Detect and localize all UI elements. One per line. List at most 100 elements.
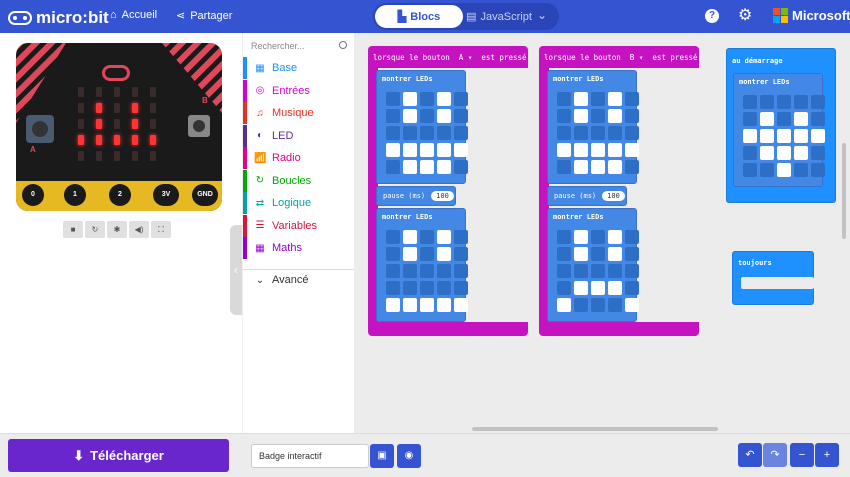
led-cell[interactable] [608, 143, 622, 157]
share-button[interactable]: ⋖ Partager [176, 9, 232, 23]
led-cell[interactable] [437, 143, 451, 157]
led-cell[interactable] [794, 95, 808, 109]
led-cell[interactable] [454, 92, 468, 106]
led-cell[interactable] [437, 160, 451, 174]
led-cell[interactable] [777, 129, 791, 143]
led-cell[interactable] [794, 146, 808, 160]
search-icon[interactable] [339, 41, 347, 49]
pause-value-input[interactable]: 100 [431, 191, 454, 201]
led-cell[interactable] [811, 112, 825, 126]
led-cell[interactable] [437, 230, 451, 244]
led-cell[interactable] [625, 126, 639, 140]
led-cell[interactable] [625, 281, 639, 295]
led-cell[interactable] [454, 281, 468, 295]
led-cell[interactable] [574, 160, 588, 174]
led-grid[interactable] [386, 92, 468, 174]
led-cell[interactable] [437, 109, 451, 123]
led-cell[interactable] [811, 146, 825, 160]
led-cell[interactable] [386, 92, 400, 106]
led-cell[interactable] [743, 129, 757, 143]
button-b[interactable] [188, 115, 210, 137]
help-button[interactable]: ? [705, 9, 719, 23]
led-grid[interactable] [386, 230, 468, 312]
led-cell[interactable] [608, 281, 622, 295]
show-leds-block[interactable]: montrer LEDs [376, 70, 468, 184]
led-cell[interactable] [777, 163, 791, 177]
led-cell[interactable] [608, 298, 622, 312]
forever-container[interactable]: toujours [732, 251, 814, 305]
led-cell[interactable] [403, 143, 417, 157]
led-cell[interactable] [811, 163, 825, 177]
led-cell[interactable] [625, 160, 639, 174]
led-cell[interactable] [760, 146, 774, 160]
led-cell[interactable] [608, 230, 622, 244]
led-cell[interactable] [591, 247, 605, 261]
led-cell[interactable] [591, 160, 605, 174]
led-cell[interactable] [454, 298, 468, 312]
led-cell[interactable] [557, 230, 571, 244]
led-cell[interactable] [574, 126, 588, 140]
category-avancé[interactable]: ⌄ Avancé [243, 268, 355, 291]
led-cell[interactable] [574, 247, 588, 261]
save-icon[interactable]: ▣ [370, 444, 394, 468]
led-cell[interactable] [386, 298, 400, 312]
led-cell[interactable] [608, 247, 622, 261]
led-cell[interactable] [386, 264, 400, 278]
led-cell[interactable] [386, 126, 400, 140]
led-cell[interactable] [608, 92, 622, 106]
led-cell[interactable] [420, 230, 434, 244]
led-cell[interactable] [437, 126, 451, 140]
led-cell[interactable] [403, 281, 417, 295]
led-cell[interactable] [591, 92, 605, 106]
led-cell[interactable] [437, 247, 451, 261]
led-cell[interactable] [574, 298, 588, 312]
blocks-mode-button[interactable]: ▙ Blocs [375, 5, 463, 28]
led-cell[interactable] [574, 143, 588, 157]
led-cell[interactable] [557, 126, 571, 140]
led-cell[interactable] [574, 264, 588, 278]
workspace-canvas[interactable]: lorsque le bouton A ▾ est pressé montrer… [354, 33, 850, 433]
led-cell[interactable] [437, 281, 451, 295]
restart-icon[interactable]: ↻ [85, 221, 105, 238]
led-cell[interactable] [625, 109, 639, 123]
led-cell[interactable] [454, 264, 468, 278]
led-cell[interactable] [625, 92, 639, 106]
led-cell[interactable] [743, 95, 757, 109]
led-cell[interactable] [608, 264, 622, 278]
led-cell[interactable] [420, 281, 434, 295]
led-cell[interactable] [403, 109, 417, 123]
led-cell[interactable] [760, 163, 774, 177]
vertical-scrollbar[interactable] [842, 143, 846, 239]
led-cell[interactable] [794, 112, 808, 126]
led-cell[interactable] [591, 143, 605, 157]
led-cell[interactable] [420, 264, 434, 278]
show-leds-block[interactable]: montrer LEDs [733, 73, 825, 187]
led-grid[interactable] [743, 95, 825, 177]
home-button[interactable]: ⌂ Accueil [110, 9, 157, 21]
led-cell[interactable] [625, 230, 639, 244]
led-cell[interactable] [591, 109, 605, 123]
show-leds-block[interactable]: montrer LEDs [547, 208, 639, 322]
led-cell[interactable] [454, 143, 468, 157]
pin-1[interactable]: 1 [64, 184, 86, 206]
zoom-out-icon[interactable]: − [790, 443, 814, 467]
category-boucles[interactable]: ↻ Boucles [243, 169, 355, 192]
collapse-simulator-handle[interactable]: ‹ [230, 225, 242, 315]
show-leds-block[interactable]: montrer LEDs [376, 208, 468, 322]
led-cell[interactable] [625, 143, 639, 157]
fullscreen-icon[interactable]: ⛶ [151, 221, 171, 238]
stop-icon[interactable]: ■ [63, 221, 83, 238]
led-cell[interactable] [454, 126, 468, 140]
pin-0[interactable]: 0 [22, 184, 44, 206]
led-cell[interactable] [386, 247, 400, 261]
led-cell[interactable] [591, 230, 605, 244]
zoom-in-icon[interactable]: + [815, 443, 839, 467]
pin-2[interactable]: 2 [109, 184, 131, 206]
led-cell[interactable] [794, 129, 808, 143]
led-cell[interactable] [760, 95, 774, 109]
led-cell[interactable] [557, 298, 571, 312]
led-cell[interactable] [557, 160, 571, 174]
redo-icon[interactable]: ↷ [763, 443, 787, 467]
led-cell[interactable] [591, 281, 605, 295]
led-cell[interactable] [760, 129, 774, 143]
